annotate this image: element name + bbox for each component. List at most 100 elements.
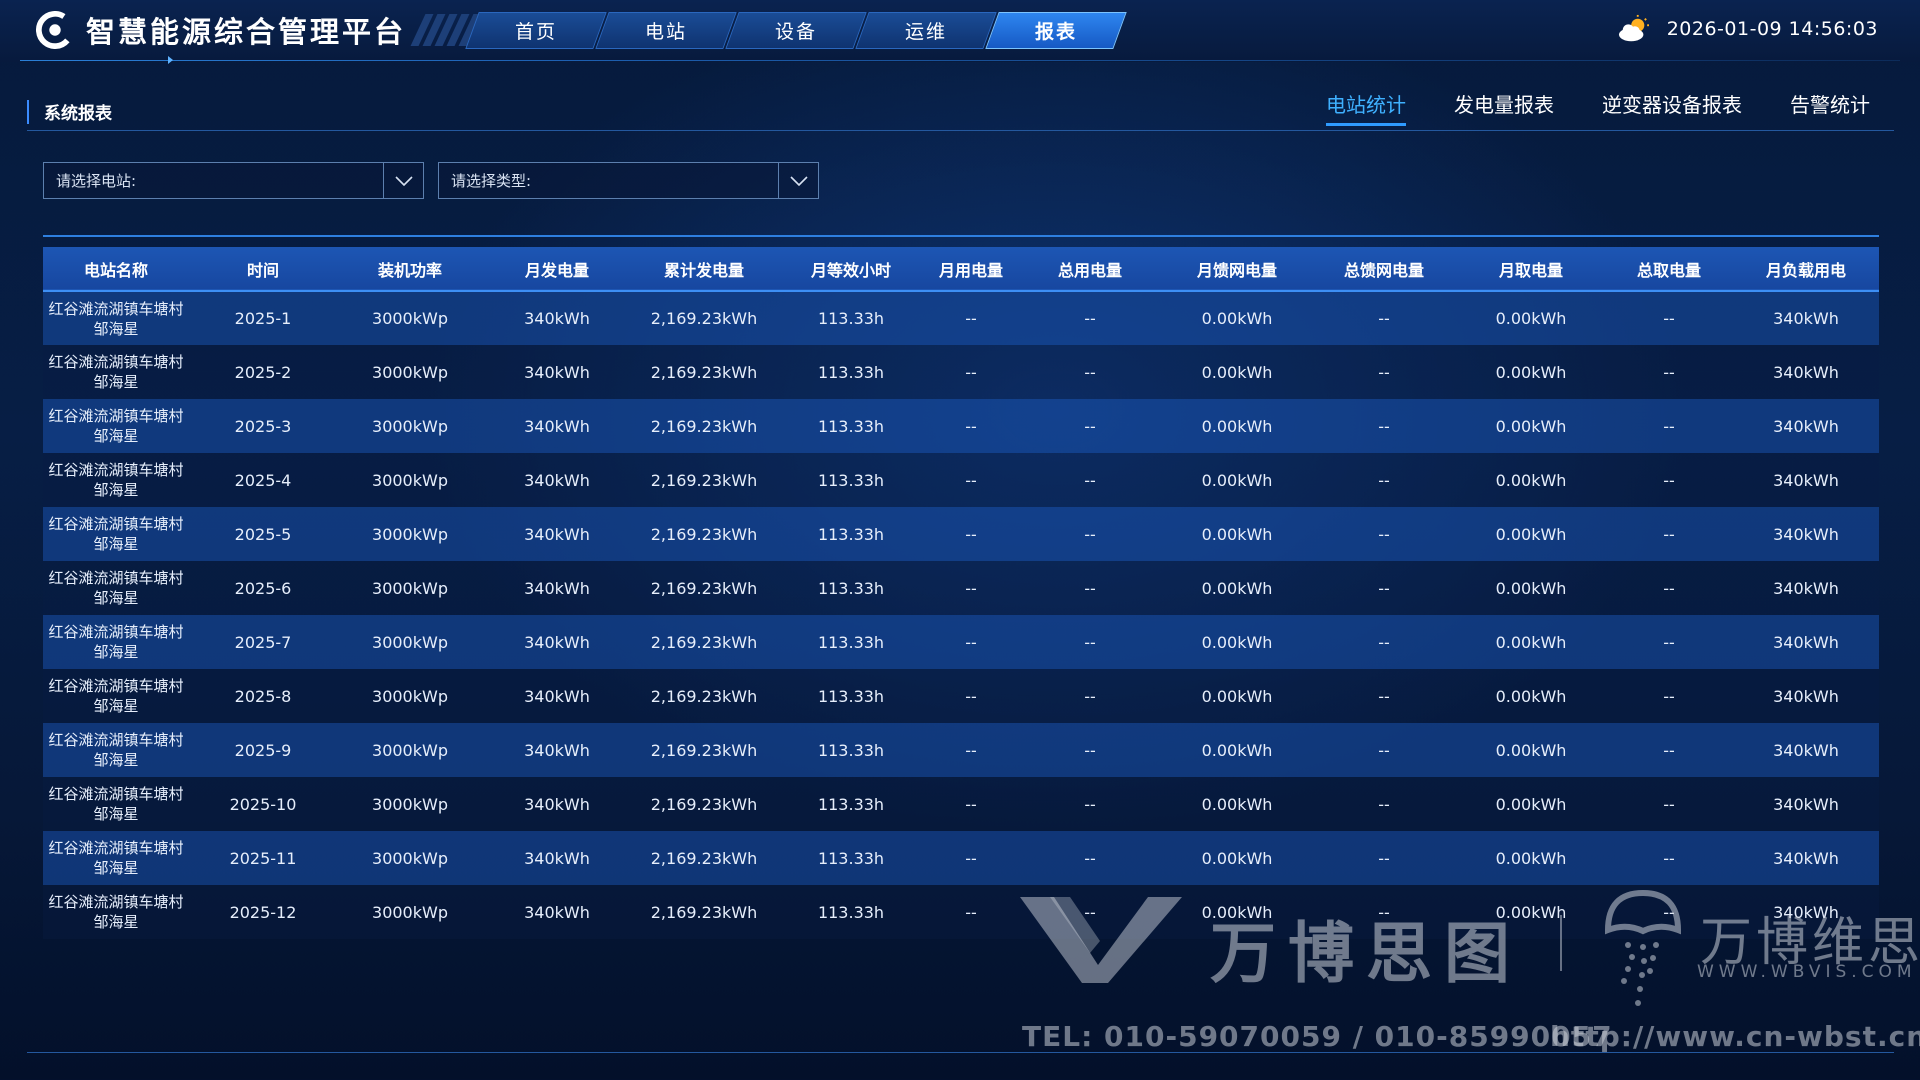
cell-total-grid-feed: -- [1378,524,1390,544]
nav-tab-home[interactable]: 首页 [465,12,607,49]
cell-monthly-equiv-hours: 113.33h [817,740,885,760]
cell-installed-power: 3000kWp [372,416,448,436]
table-row[interactable]: 红谷滩流湖镇车塘村邹海星 2025-9 3000kWp 340kWh 2,169.23k… [43,723,1879,777]
type-select-placeholder: 请选择类型: [451,172,532,190]
cell-station-name: 红谷滩流湖镇车塘村邹海星 [48,353,184,391]
cell-monthly-load: 340kWh [1773,740,1839,760]
cell-total-consumption: -- [1084,848,1096,868]
table-row[interactable]: 红谷滩流湖镇车塘村邹海星 2025-4 3000kWp 340kWh 2,169.23k… [43,453,1879,507]
cell-time: 2025-3 [234,416,292,436]
nav-tab-maintenance[interactable]: 运维 [855,12,997,49]
nav-tab-reports[interactable]: 报表 [985,12,1127,49]
top-bar: 智慧能源综合管理平台 首页 电站 设备 运维 报表 2026-01-09 14:… [0,0,1920,62]
cell-total-consumption: -- [1084,740,1096,760]
cell-monthly-grid-draw: 0.00kWh [1495,632,1567,652]
header-divider-marker [168,56,173,64]
cell-monthly-generation: 340kWh [524,470,590,490]
station-select[interactable]: 请选择电站: [43,162,424,199]
cell-monthly-consumption: -- [965,686,977,706]
col-header-time: 时间 [246,260,279,280]
chevron-down-icon[interactable] [383,163,423,198]
cell-total-consumption: -- [1084,578,1096,598]
nav-tab-station[interactable]: 电站 [595,12,737,49]
cell-monthly-equiv-hours: 113.33h [817,416,885,436]
table-row[interactable]: 红谷滩流湖镇车塘村邹海星 2025-3 3000kWp 340kWh 2,169.23k… [43,399,1879,453]
cell-monthly-load: 340kWh [1773,794,1839,814]
watermark-website: WWW.WBVIS.COM [1697,962,1917,982]
cell-installed-power: 3000kWp [372,578,448,598]
cell-monthly-load: 340kWh [1773,416,1839,436]
table-row[interactable]: 红谷滩流湖镇车塘村邹海星 2025-8 3000kWp 340kWh 2,169.23k… [43,669,1879,723]
cell-monthly-grid-draw: 0.00kWh [1495,362,1567,382]
cell-total-generation: 2,169.23kWh [650,470,758,490]
cell-monthly-grid-draw: 0.00kWh [1495,902,1567,922]
station-stats-table: 电站名称 时间 装机功率 月发电量 累计发电量 月等效小时 月用电量 总用电量 月馈网电量 总馈网… [43,235,1879,939]
cell-monthly-generation: 340kWh [524,848,590,868]
cell-total-grid-draw: -- [1663,524,1675,544]
subtab-generation-report[interactable]: 发电量报表 [1430,88,1578,128]
cell-monthly-grid-feed: 0.00kWh [1201,362,1273,382]
table-header-row: 电站名称 时间 装机功率 月发电量 累计发电量 月等效小时 月用电量 总用电量 月馈网电量 总馈网… [43,247,1879,291]
table-row[interactable]: 红谷滩流湖镇车塘村邹海星 2025-2 3000kWp 340kWh 2,169.23k… [43,345,1879,399]
table-row[interactable]: 红谷滩流湖镇车塘村邹海星 2025-7 3000kWp 340kWh 2,169.23k… [43,615,1879,669]
cell-total-grid-draw: -- [1663,470,1675,490]
cell-total-consumption: -- [1084,362,1096,382]
watermark-url: http://www.cn-wbst.cn [1550,1020,1920,1053]
cell-station-name: 红谷滩流湖镇车塘村邹海星 [48,677,184,715]
cell-monthly-consumption: -- [965,416,977,436]
table-row[interactable]: 红谷滩流湖镇车塘村邹海星 2025-5 3000kWp 340kWh 2,169.23k… [43,507,1879,561]
chevron-down-icon[interactable] [778,163,818,198]
cell-monthly-grid-feed: 0.00kWh [1201,470,1273,490]
col-header-monthly-generation: 月发电量 [524,260,589,280]
cell-monthly-grid-feed: 0.00kWh [1201,524,1273,544]
col-header-monthly-equiv-hours: 月等效小时 [810,260,891,280]
cell-installed-power: 3000kWp [372,524,448,544]
cell-station-name: 红谷滩流湖镇车塘村邹海星 [48,299,184,338]
cell-monthly-load: 340kWh [1773,470,1839,490]
col-header-monthly-grid-feed: 月馈网电量 [1196,260,1277,280]
table-row[interactable]: 红谷滩流湖镇车塘村邹海星 2025-1 3000kWp 340kWh 2,169.23k… [43,291,1879,345]
col-header-station-name: 电站名称 [83,260,148,280]
station-select-placeholder: 请选择电站: [56,172,137,190]
cell-total-generation: 2,169.23kWh [650,686,758,706]
cell-monthly-load: 340kWh [1773,362,1839,382]
cell-monthly-grid-feed: 0.00kWh [1201,686,1273,706]
cell-total-generation: 2,169.23kWh [650,362,758,382]
cell-total-generation: 2,169.23kWh [650,794,758,814]
nav-tab-label: 首页 [514,21,557,43]
cell-total-generation: 2,169.23kWh [650,740,758,760]
cell-monthly-equiv-hours: 113.33h [817,794,885,814]
cell-monthly-consumption: -- [965,470,977,490]
section-title: 系统报表 [44,104,112,124]
cell-total-grid-draw: -- [1663,740,1675,760]
cell-total-grid-draw: -- [1663,632,1675,652]
cell-monthly-generation: 340kWh [524,416,590,436]
type-select[interactable]: 请选择类型: [438,162,819,199]
table-row[interactable]: 红谷滩流湖镇车塘村邹海星 2025-12 3000kWp 340kWh 2,169.23… [43,885,1879,939]
app-logo[interactable]: 智慧能源综合管理平台 [36,10,406,50]
cell-monthly-grid-draw: 0.00kWh [1495,578,1567,598]
cell-monthly-grid-draw: 0.00kWh [1495,794,1567,814]
nav-tab-label: 运维 [904,21,947,43]
cell-total-grid-draw: -- [1663,416,1675,436]
subtab-station-stats[interactable]: 电站统计 [1302,88,1430,128]
nav-tab-device[interactable]: 设备 [725,12,867,49]
cell-installed-power: 3000kWp [372,362,448,382]
table-row[interactable]: 红谷滩流湖镇车塘村邹海星 2025-6 3000kWp 340kWh 2,169.23k… [43,561,1879,615]
cell-time: 2025-1 [234,309,292,328]
cell-installed-power: 3000kWp [372,740,448,760]
cell-total-grid-feed: -- [1378,470,1390,490]
cell-total-grid-draw: -- [1663,902,1675,922]
table-row[interactable]: 红谷滩流湖镇车塘村邹海星 2025-10 3000kWp 340kWh 2,169.23… [43,777,1879,831]
cell-monthly-grid-draw: 0.00kWh [1495,848,1567,868]
cell-monthly-grid-draw: 0.00kWh [1495,524,1567,544]
cell-monthly-load: 340kWh [1773,686,1839,706]
cell-monthly-grid-feed: 0.00kWh [1201,309,1273,328]
cell-total-grid-draw: -- [1663,686,1675,706]
subtab-alarm-stats[interactable]: 告警统计 [1766,88,1894,128]
table-row[interactable]: 红谷滩流湖镇车塘村邹海星 2025-11 3000kWp 340kWh 2,169.23… [43,831,1879,885]
cell-monthly-generation: 340kWh [524,794,590,814]
subtab-inverter-report[interactable]: 逆变器设备报表 [1578,88,1766,128]
cell-monthly-equiv-hours: 113.33h [817,362,885,382]
cell-time: 2025-7 [234,632,292,652]
